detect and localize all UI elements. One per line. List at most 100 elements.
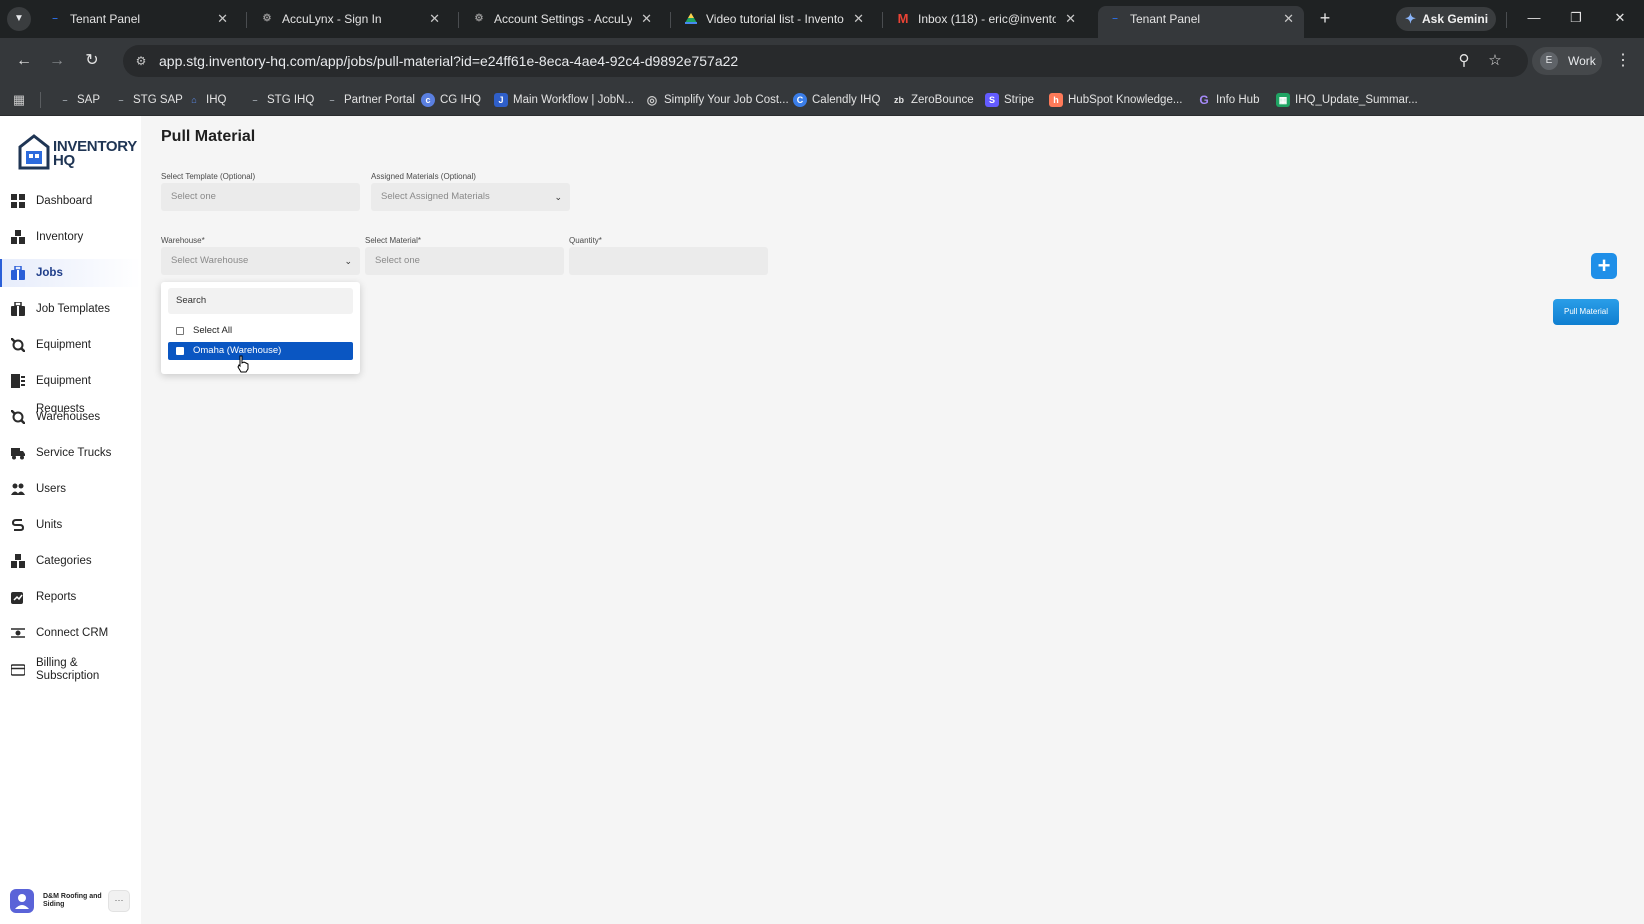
profile-button[interactable]: E Work [1532,47,1602,75]
bookmark-calendly[interactable]: C Calendly IHQ [793,90,880,110]
star-icon[interactable]: ☆ [1486,52,1504,70]
users-icon [11,483,25,495]
sidebar-item-dashboard[interactable]: Dashboard [0,187,141,215]
logo-text-hq: HQ [53,152,75,169]
warehouse-icon [11,410,25,424]
window-close-button[interactable]: ✕ [1602,5,1638,31]
material-select[interactable]: Select one [365,247,564,275]
browser-tab-active[interactable]: – Tenant Panel ✕ [1098,6,1304,38]
bookmark-simplify[interactable]: ◎ Simplify Your Job Cost... [645,90,789,110]
bookmark-sap[interactable]: – SAP [58,90,100,110]
browser-tab[interactable]: ⚙ Account Settings - AccuLynx ✕ [462,6,662,38]
sidebar-item-reports[interactable]: Reports [0,583,141,611]
org-switcher[interactable]: D&M Roofing and Siding ··· [10,888,135,916]
minimize-button[interactable]: — [1516,5,1552,31]
dropdown-search-input[interactable]: Search [168,288,353,314]
bookmark-stg-ihq[interactable]: – STG IHQ [248,90,314,110]
sidebar-item-users[interactable]: Users [0,475,141,503]
org-avatar [10,889,34,913]
sidebar-item-connect-crm[interactable]: Connect CRM [0,619,141,647]
dash-icon: – [1112,13,1118,24]
assigned-materials-select[interactable]: Select Assigned Materials ⌄ [371,183,570,211]
bookmark-partner-portal[interactable]: – Partner Portal [325,90,414,110]
dash-icon: – [118,95,124,105]
sidebar-item-warehouses[interactable]: Warehouses [0,403,141,431]
zerobounce-icon: zb [894,95,904,105]
template-select[interactable]: Select one [161,183,360,211]
bookmark-hubspot[interactable]: h HubSpot Knowledge... [1049,90,1182,110]
browser-tab[interactable]: – Tenant Panel ✕ [38,6,238,38]
warehouse-option[interactable]: Omaha (Warehouse) [168,342,353,360]
sidebar-item-jobs[interactable]: Jobs [0,259,141,287]
clipboard-icon [11,374,25,388]
bookmark-ihq-update[interactable]: ▦ IHQ_Update_Summar... [1276,90,1418,110]
briefcase-icon [11,266,25,280]
bookmark-cg-ihq[interactable]: c CG IHQ [421,90,481,110]
template-icon [11,302,25,316]
bookmark-stripe[interactable]: S Stripe [985,90,1034,110]
reload-icon[interactable]: ↻ [80,49,104,73]
sidebar-item-billing[interactable]: Billing & Subscription [0,655,141,685]
site-info-icon[interactable]: ⚙ [133,53,149,69]
sidebar-item-service-trucks[interactable]: Service Trucks [0,439,141,467]
bookmark-stg-sap[interactable]: – STG SAP [114,90,182,110]
gear-icon: ⚙ [262,13,272,24]
user-icon [15,894,29,909]
reports-icon [11,592,23,604]
warehouse-select[interactable]: Select Warehouse ⌄ [161,247,360,275]
restore-button[interactable]: ❐ [1558,5,1594,31]
back-icon[interactable]: ← [12,49,36,73]
org-more-button[interactable]: ··· [108,890,130,912]
sidebar-item-equipment-requests[interactable]: Equipment Requests [0,367,141,415]
sidebar-item-units[interactable]: Units [0,511,141,539]
close-icon[interactable]: ✕ [853,6,864,32]
sidebar-item-categories[interactable]: Categories [0,547,141,575]
sidebar-item-job-templates[interactable]: Job Templates [0,295,141,323]
inventory-hq-logo[interactable]: INVENTORY HQ [18,134,138,174]
quantity-input[interactable] [569,247,768,275]
dash-icon: – [52,13,58,24]
checkbox[interactable] [176,347,184,355]
cg-icon: c [421,93,435,107]
apps-grid-icon[interactable]: ▦ [11,92,27,108]
add-row-button[interactable]: + [1591,253,1617,279]
close-icon[interactable]: ✕ [217,6,228,32]
close-icon[interactable]: ✕ [1283,6,1294,32]
sidebar-item-inventory[interactable]: Inventory [0,223,141,251]
material-label: Select Material* [365,236,422,245]
tab-search-button[interactable]: ▼ [7,7,31,31]
dash-icon: – [252,95,258,105]
close-icon[interactable]: ✕ [1065,6,1076,32]
sidebar-item-equipment[interactable]: Equipment [0,331,141,359]
card-icon [11,664,25,676]
bookmark-info-hub[interactable]: G Info Hub [1197,90,1259,110]
ask-gemini-button[interactable]: ✦ Ask Gemini [1396,7,1496,31]
new-tab-button[interactable]: + [1313,7,1337,31]
bookmarks-divider [40,92,41,108]
select-all-option[interactable]: Select All [168,322,353,340]
checkbox[interactable] [176,327,184,335]
zoom-icon[interactable]: ⚲ [1455,52,1473,70]
gemini-icon: ✦ [1405,11,1416,26]
jobnimbus-icon: J [494,93,508,107]
tab-divider [246,12,247,28]
browser-tab[interactable]: ⚙ AccuLynx - Sign In ✕ [250,6,450,38]
categories-icon [11,554,25,568]
logo-house-icon [18,134,50,170]
browser-menu-icon[interactable]: ⋮ [1612,49,1634,73]
bookmark-ihq[interactable]: ⌂ IHQ [187,90,226,110]
globe-icon: ◎ [646,93,658,107]
forward-icon[interactable]: → [45,49,69,73]
template-label: Select Template (Optional) [161,172,256,181]
close-icon[interactable]: ✕ [429,6,440,32]
browser-tab[interactable]: Video tutorial list - InventoryH ✕ [674,6,874,38]
browser-toolbar: ← → ↻ ⚙ app.stg.inventory-hq.com/app/job… [0,38,1644,84]
connect-icon [11,628,25,638]
bookmark-main-workflow[interactable]: J Main Workflow | JobN... [494,90,634,110]
address-bar[interactable]: ⚙ app.stg.inventory-hq.com/app/jobs/pull… [123,45,1528,77]
browser-tab[interactable]: M Inbox (118) - eric@inventory-h ✕ [886,6,1086,38]
wrench-icon [11,338,25,352]
pull-material-button[interactable]: Pull Material [1553,299,1619,325]
close-icon[interactable]: ✕ [641,6,652,32]
bookmark-zerobounce[interactable]: zb ZeroBounce [892,90,974,110]
